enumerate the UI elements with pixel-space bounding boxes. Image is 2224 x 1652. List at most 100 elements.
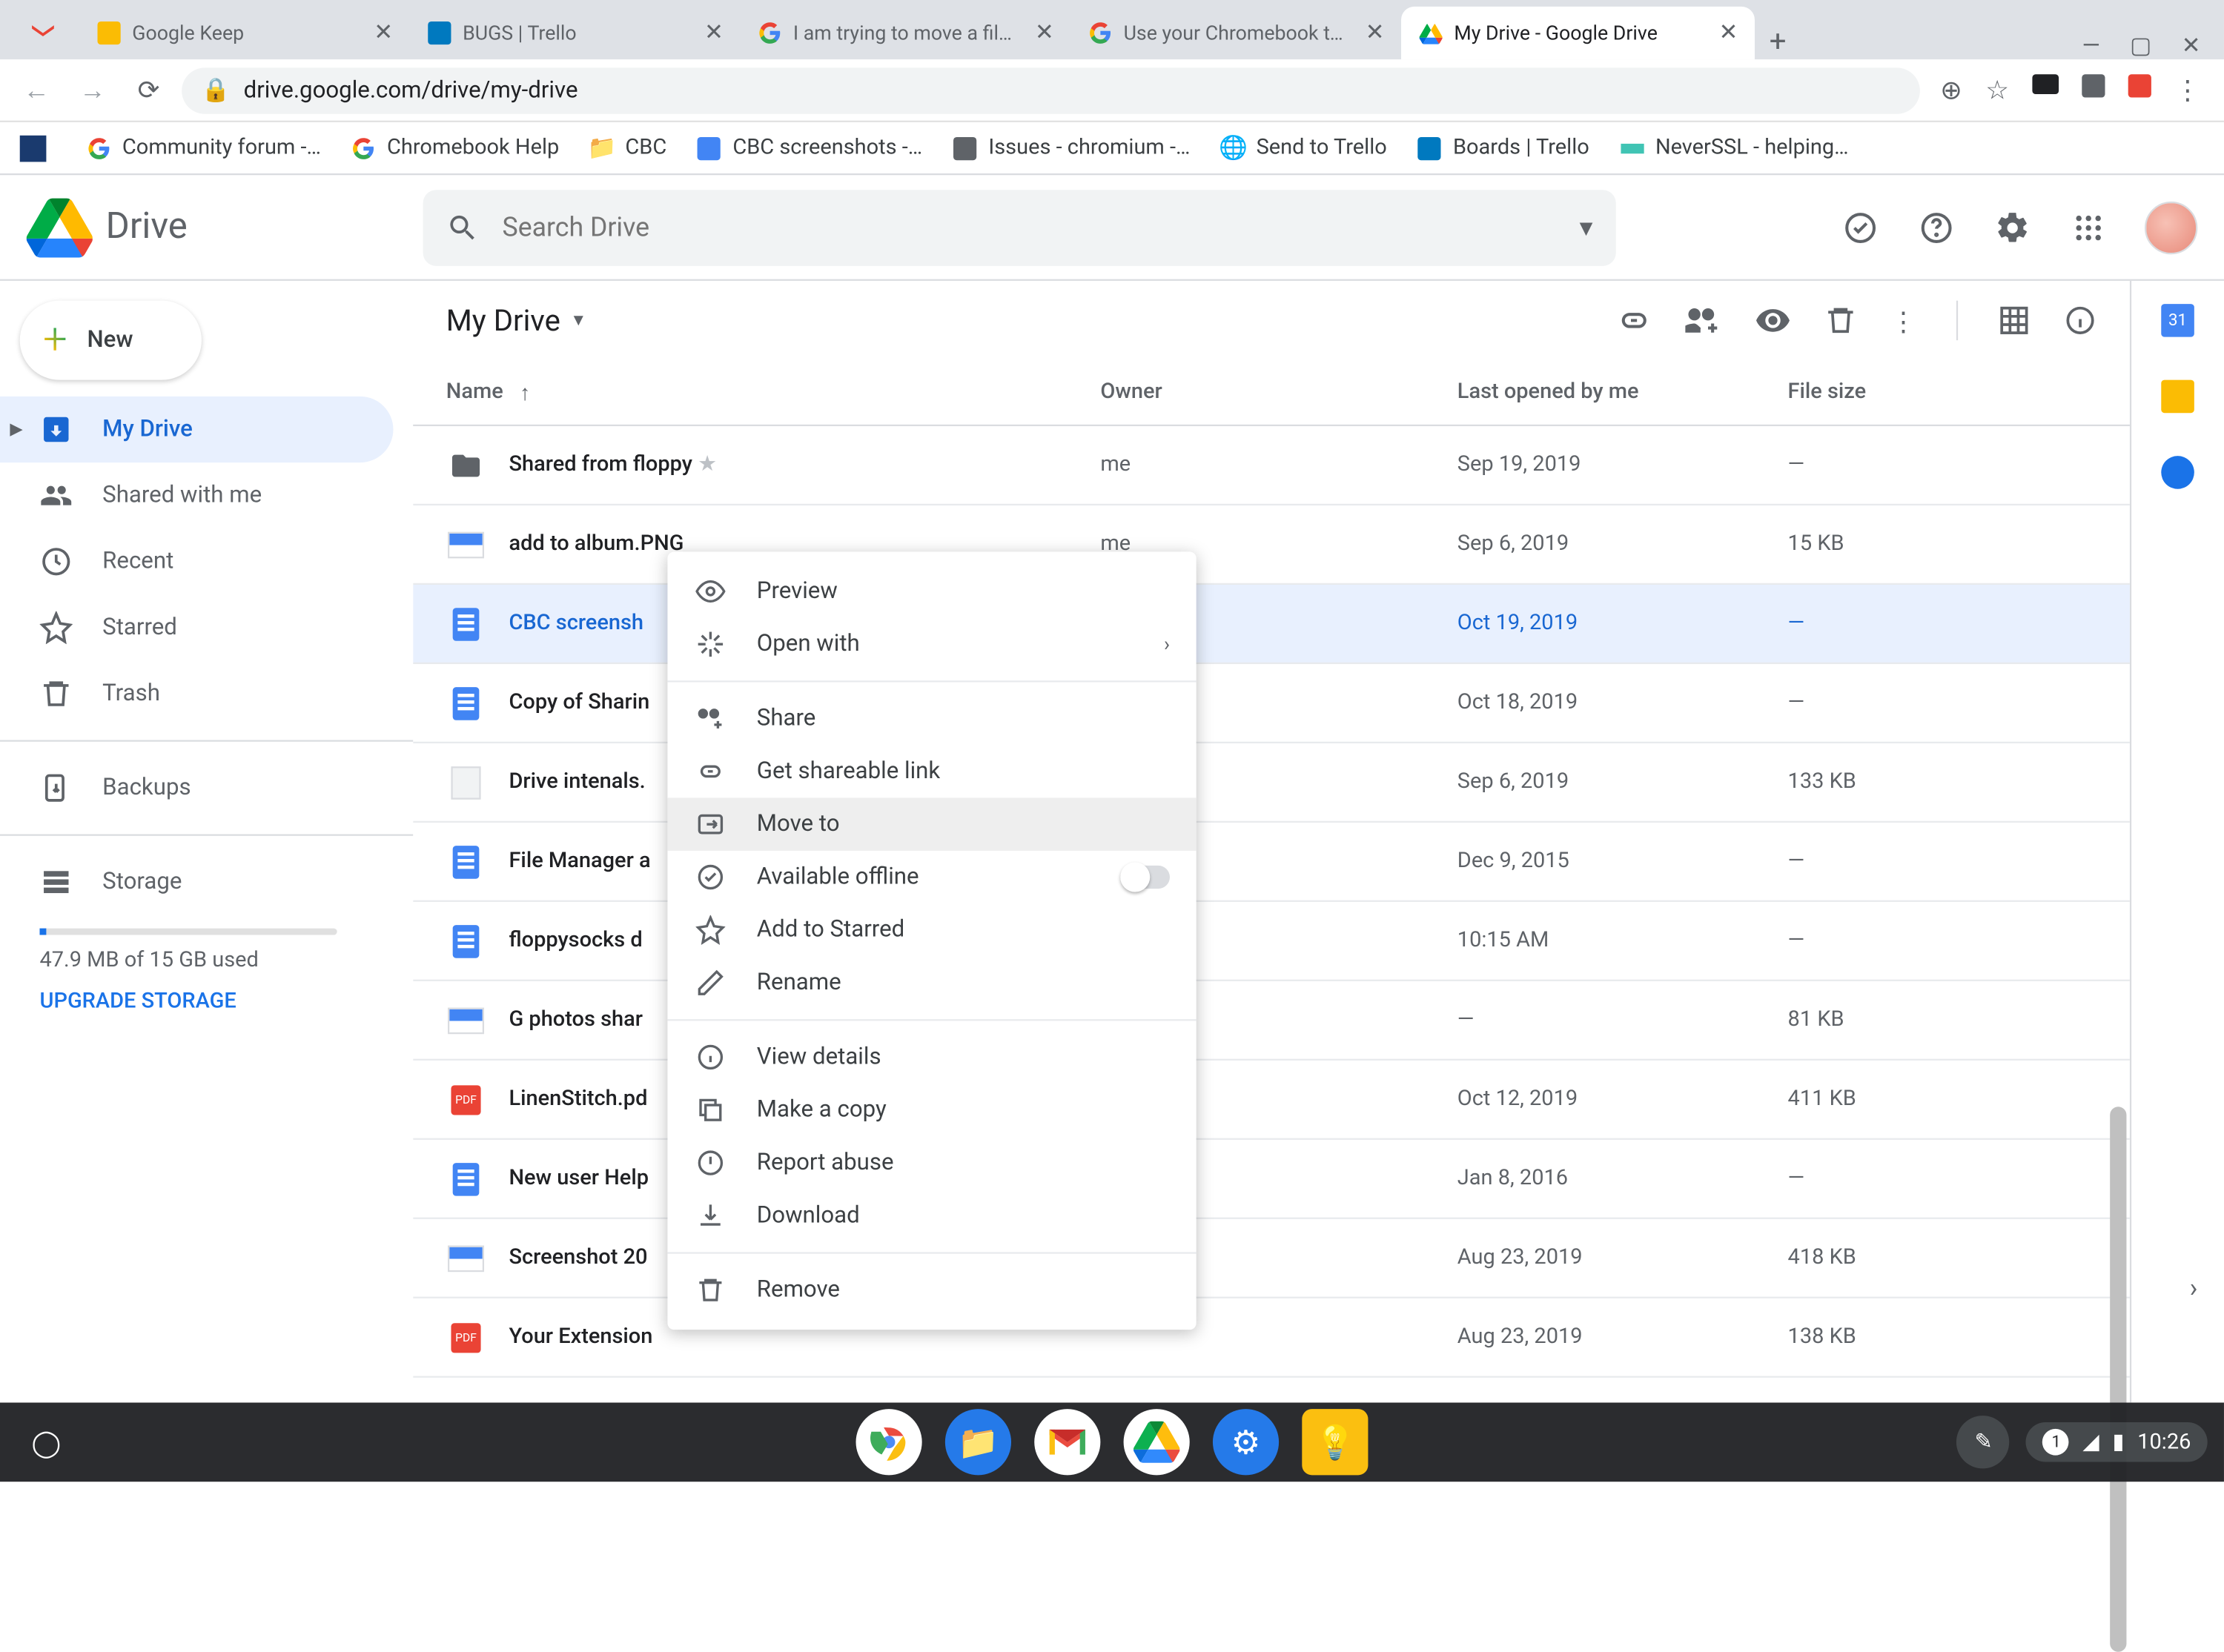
ctx-view-details[interactable]: View details (667, 1031, 1196, 1084)
drive-logo[interactable]: Drive (27, 194, 410, 260)
back-button[interactable]: ← (13, 67, 59, 113)
delete-icon[interactable] (1824, 304, 1858, 337)
ctx-preview[interactable]: Preview (667, 565, 1196, 617)
extension-icon-1[interactable] (2032, 74, 2059, 94)
shelf-keep-icon[interactable]: 💡 (1302, 1409, 1368, 1475)
col-date[interactable]: Last opened by me (1457, 380, 1788, 405)
nav-my-drive[interactable]: ▶ My Drive (0, 397, 393, 462)
new-tab-button[interactable]: + (1755, 24, 1801, 59)
info-icon[interactable] (2064, 304, 2097, 337)
launcher-button[interactable]: ◯ (16, 1413, 76, 1472)
tasks-addon-icon[interactable] (2161, 456, 2194, 489)
offline-icon (694, 862, 727, 892)
browser-tab[interactable]: My Drive - Google Drive✕ (1401, 7, 1755, 59)
shelf-gmail-icon[interactable] (1034, 1409, 1100, 1475)
apps-grid-icon[interactable] (2068, 208, 2108, 247)
file-row[interactable]: Shared from floppy ★meSep 19, 2019— (413, 426, 2130, 505)
offline-toggle[interactable] (1120, 866, 1170, 889)
bookmark-item[interactable]: NeverSSL - helping… (1619, 135, 1849, 162)
browser-tab[interactable]: BUGS | Trello✕ (410, 7, 741, 59)
bookmark-item[interactable]: CBC screenshots -… (696, 135, 922, 162)
close-tab-icon[interactable]: ✕ (374, 20, 393, 47)
shelf-settings-icon[interactable]: ⚙ (1213, 1409, 1279, 1475)
browser-tab[interactable]: I am trying to move a file fron✕ (741, 7, 1071, 59)
ctx-share[interactable]: Share (667, 692, 1196, 745)
address-bar[interactable]: 🔒 drive.google.com/drive/my-drive (182, 67, 1920, 113)
close-tab-icon[interactable]: ✕ (1035, 20, 1054, 47)
get-link-icon[interactable] (1616, 302, 1652, 339)
shelf-drive-icon[interactable] (1124, 1409, 1190, 1475)
close-window-icon[interactable]: ✕ (2182, 33, 2201, 60)
more-actions-icon[interactable]: ⋮ (1890, 305, 1917, 336)
nav-storage[interactable]: Storage (0, 849, 393, 915)
browser-tab[interactable] (13, 7, 79, 59)
status-tray[interactable]: 1 ◢ ▮ 10:26 (2027, 1422, 2208, 1462)
shelf-chrome-icon[interactable] (856, 1409, 922, 1475)
bookmark-item[interactable]: 📁CBC (589, 135, 666, 162)
ctx-add-to-starred[interactable]: Add to Starred (667, 903, 1196, 956)
window-controls: — ▢ ✕ (2059, 33, 2224, 60)
close-tab-icon[interactable]: ✕ (704, 20, 724, 47)
settings-gear-icon[interactable] (1993, 208, 2032, 247)
bookmark-item[interactable] (20, 135, 56, 162)
bookmark-item[interactable]: Community forum -… (86, 135, 321, 162)
bookmark-item[interactable]: Issues - chromium -… (952, 135, 1190, 162)
search-box[interactable]: ▾ (423, 189, 1616, 265)
search-input[interactable] (503, 211, 1557, 242)
folder-dropdown-icon[interactable]: ▼ (570, 311, 586, 330)
ctx-download[interactable]: Download (667, 1190, 1196, 1242)
ctx-remove[interactable]: Remove (667, 1264, 1196, 1316)
account-avatar[interactable] (2145, 201, 2197, 253)
forward-button[interactable]: → (70, 67, 116, 113)
search-dropdown-icon[interactable]: ▾ (1580, 211, 1593, 242)
col-size[interactable]: File size (1788, 380, 2097, 405)
ctx-report-abuse[interactable]: Report abuse (667, 1136, 1196, 1189)
add-page-icon[interactable]: ⊕ (1940, 74, 1962, 105)
col-owner[interactable]: Owner (1100, 380, 1457, 405)
bookmark-item[interactable]: Chromebook Help (351, 135, 559, 162)
keep-addon-icon[interactable] (2161, 380, 2194, 414)
preview-icon[interactable] (1755, 302, 1791, 339)
close-tab-icon[interactable]: ✕ (1366, 20, 1385, 47)
bookmark-item[interactable]: Boards | Trello (1417, 135, 1589, 162)
folder-title[interactable]: My Drive (446, 303, 560, 338)
upgrade-storage-link[interactable]: UPGRADE STORAGE (39, 989, 413, 1014)
minimize-icon[interactable]: — (2082, 33, 2099, 60)
offline-ready-icon[interactable] (1841, 208, 1880, 247)
bookmark-item[interactable]: 🌐Send to Trello (1220, 135, 1387, 162)
ctx-rename[interactable]: Rename (667, 956, 1196, 1009)
caret-right-icon[interactable]: ▶ (10, 420, 22, 439)
grid-view-icon[interactable] (1998, 304, 2031, 337)
extension-icon-2[interactable] (2082, 74, 2105, 97)
close-tab-icon[interactable]: ✕ (1719, 20, 1738, 47)
file-date: Dec 9, 2015 (1457, 849, 1788, 874)
expand-side-panel-icon[interactable]: › (2190, 1272, 2198, 1303)
browser-menu-icon[interactable]: ⋮ (2174, 74, 2201, 105)
help-icon[interactable] (1916, 208, 1956, 247)
col-name[interactable]: Name↑ (446, 379, 1101, 406)
ctx-move-to[interactable]: Move to (667, 798, 1196, 851)
scrollbar-thumb[interactable] (2110, 1107, 2126, 1652)
ctx-get-shareable-link[interactable]: Get shareable link (667, 745, 1196, 797)
ctx-label: Report abuse (757, 1150, 894, 1176)
maximize-icon[interactable]: ▢ (2130, 33, 2151, 60)
browser-tab[interactable]: Google Keep✕ (79, 7, 410, 59)
share-icon[interactable] (1685, 302, 1721, 339)
new-button[interactable]: + New (20, 301, 202, 380)
nav-trash[interactable]: Trash (0, 661, 393, 727)
bookmark-star-icon[interactable]: ☆ (1985, 74, 2009, 105)
reload-button[interactable]: ⟳ (125, 67, 171, 113)
extension-icon-3[interactable] (2128, 74, 2151, 97)
nav-recent[interactable]: Recent (0, 528, 393, 594)
calendar-addon-icon[interactable]: 31 (2161, 304, 2194, 337)
trello-icon (1417, 135, 1443, 162)
nav-backups[interactable]: Backups (0, 755, 393, 821)
nav-shared[interactable]: Shared with me (0, 462, 393, 528)
shelf-files-icon[interactable]: 📁 (945, 1409, 1011, 1475)
ctx-make-a-copy[interactable]: Make a copy (667, 1084, 1196, 1136)
ctx-open-with[interactable]: Open with› (667, 618, 1196, 671)
browser-tab[interactable]: Use your Chromebook touchp✕ (1070, 7, 1401, 59)
nav-starred[interactable]: Starred (0, 594, 393, 660)
stylus-button[interactable]: ✎ (1957, 1416, 2010, 1468)
ctx-available-offline[interactable]: Available offline (667, 851, 1196, 903)
